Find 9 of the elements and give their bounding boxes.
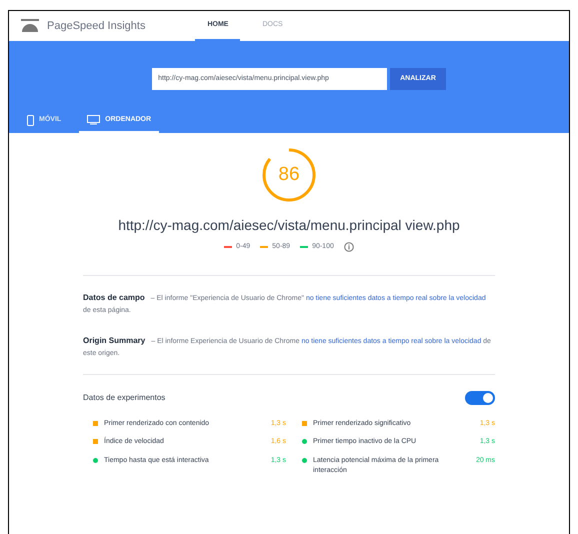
app-title: PageSpeed Insights <box>47 18 146 34</box>
view-toggle[interactable] <box>465 390 495 404</box>
speedometer-icon <box>21 19 39 33</box>
phone-icon <box>27 114 34 126</box>
monitor-icon <box>87 115 100 125</box>
info-icon[interactable] <box>344 242 354 252</box>
score-value: 86 <box>277 162 301 187</box>
section-title: Datos de experimentos <box>83 392 166 404</box>
page-url: http://cy-mag.com/aiesec/vista/menu.principal view.php <box>118 216 460 235</box>
